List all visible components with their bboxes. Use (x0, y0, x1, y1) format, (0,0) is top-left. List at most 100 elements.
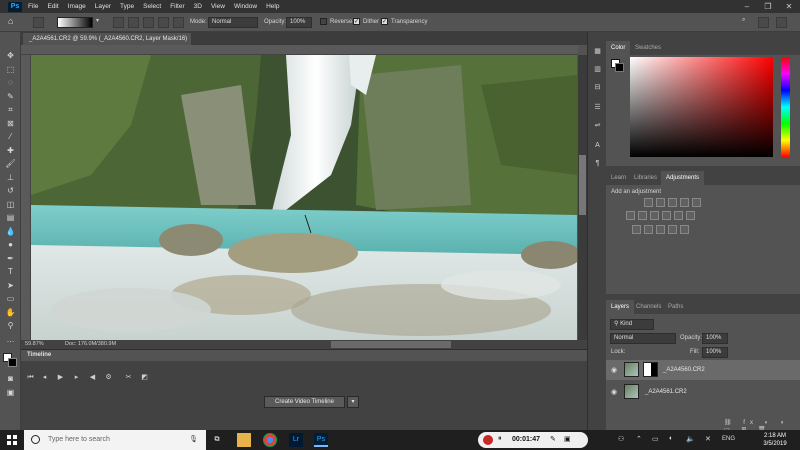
transparency-checkbox[interactable]: ✓ (381, 18, 388, 25)
tab-learn[interactable]: Learn (606, 171, 631, 185)
menu-image[interactable]: Image (68, 3, 86, 10)
vertical-scrollbar[interactable] (578, 55, 587, 340)
tools-icon[interactable]: ✕ (705, 435, 711, 443)
speaker-icon[interactable]: 🔈 (686, 435, 695, 443)
restore-icon[interactable]: ❐ (759, 0, 777, 13)
screen-mode-icon[interactable]: ▣ (5, 387, 16, 398)
play-icon[interactable]: ▶ (55, 372, 66, 383)
close-icon[interactable]: ✕ (780, 0, 798, 13)
angle-gradient-icon[interactable] (143, 17, 154, 28)
linear-gradient-icon[interactable] (113, 17, 124, 28)
type-tool-icon[interactable]: T (5, 266, 16, 277)
zoom-tool-icon[interactable]: ⚲ (5, 320, 16, 331)
home-icon[interactable]: ⌂ (8, 16, 19, 27)
marquee-tool-icon[interactable]: ⬚ (5, 64, 16, 75)
task-view-icon[interactable]: ⧉ (210, 433, 224, 447)
photo-filter-icon[interactable] (662, 211, 671, 220)
eraser-tool-icon[interactable]: ◫ (5, 199, 16, 210)
threshold-icon[interactable] (656, 225, 665, 234)
lightroom-icon[interactable]: Lr (289, 433, 303, 447)
tab-adjustments[interactable]: Adjustments (661, 171, 705, 185)
layer-row[interactable]: ◉ _A2A4560.CR2 (606, 360, 800, 380)
selective-color-icon[interactable] (680, 225, 689, 234)
pen-annotate-icon[interactable]: ✎ (550, 435, 556, 443)
system-clock[interactable]: 2:18 AM 3/5/2019 (756, 432, 794, 448)
lasso-tool-icon[interactable]: ◌ (5, 77, 16, 88)
settings-icon[interactable]: ⚙ (103, 372, 114, 383)
zoom-level[interactable]: 59.87% (25, 341, 44, 347)
dither-checkbox[interactable]: ✓ (353, 18, 360, 25)
curves-icon[interactable] (668, 198, 677, 207)
transition-icon[interactable]: ◩ (139, 372, 150, 383)
network-icon[interactable]: ▭ (652, 435, 659, 443)
previous-frame-icon[interactable]: ◂ (39, 372, 50, 383)
menu-select[interactable]: Select (143, 3, 161, 10)
menu-window[interactable]: Window (234, 3, 257, 10)
paragraph-icon[interactable]: ¶ (592, 158, 603, 169)
mode-select[interactable]: Normal (208, 17, 258, 28)
layer-filter-select[interactable]: ⚲ Kind (610, 319, 654, 330)
color-picker-field[interactable] (630, 57, 773, 157)
quick-mask-icon[interactable]: ◙ (5, 373, 16, 384)
swatches-icon[interactable]: ▥ (592, 64, 603, 75)
diamond-gradient-icon[interactable] (173, 17, 184, 28)
workspace-icon[interactable] (758, 17, 769, 28)
brightness-contrast-icon[interactable] (644, 198, 653, 207)
chrome-icon[interactable] (263, 433, 277, 447)
black-white-icon[interactable] (650, 211, 659, 220)
character-icon[interactable]: A (592, 140, 603, 151)
tab-paths[interactable]: Paths (663, 300, 688, 314)
levels-icon[interactable] (656, 198, 665, 207)
horizontal-scroll-thumb[interactable] (331, 341, 451, 348)
photoshop-taskbar-icon[interactable]: Ps (314, 433, 328, 447)
create-video-timeline-button[interactable]: Create Video Timeline (264, 396, 345, 408)
microphone-icon[interactable]: 🎙 (189, 430, 198, 450)
tab-layers[interactable]: Layers (606, 300, 635, 314)
channel-mixer-icon[interactable] (674, 211, 683, 220)
search-icon[interactable]: ⌕ (742, 17, 753, 28)
frame-tool-icon[interactable]: ⊠ (5, 118, 16, 129)
color-balance-icon[interactable] (638, 211, 647, 220)
menu-view[interactable]: View (211, 3, 225, 10)
menu-layer[interactable]: Layer (95, 3, 111, 10)
move-tool-icon[interactable]: ✥ (5, 50, 16, 61)
dodge-tool-icon[interactable]: ● (5, 239, 16, 250)
volume-icon[interactable]: ◐ (669, 435, 673, 442)
reverse-checkbox[interactable] (320, 18, 327, 25)
gradient-tool-preset-icon[interactable] (33, 17, 44, 28)
next-frame-icon[interactable]: ▸ (71, 372, 82, 383)
color-lookup-icon[interactable] (686, 211, 695, 220)
exposure-icon[interactable] (680, 198, 689, 207)
tab-swatches[interactable]: Swatches (630, 41, 666, 55)
menu-3d[interactable]: 3D (194, 3, 202, 10)
history-icon[interactable]: ▦ (592, 46, 603, 57)
menu-filter[interactable]: Filter (170, 3, 184, 10)
show-hidden-icons[interactable]: ⌃ (636, 435, 642, 443)
vertical-scroll-thumb[interactable] (579, 155, 586, 215)
language-indicator[interactable]: ENG (722, 436, 735, 442)
brush-settings-icon[interactable]: ⊟ (592, 82, 603, 93)
people-icon[interactable]: ⚇ (618, 435, 624, 443)
blend-mode-select[interactable]: Normal (610, 333, 676, 344)
presets-icon[interactable]: ⇌ (592, 120, 603, 131)
hue-slider[interactable] (781, 57, 790, 157)
layer-opacity-input[interactable]: 100% (702, 333, 728, 344)
brush-tool-icon[interactable]: 🖌 (5, 158, 16, 169)
split-icon[interactable]: ✂ (123, 372, 134, 383)
healing-brush-tool-icon[interactable]: ✚ (5, 145, 16, 156)
record-stop-icon[interactable] (483, 435, 493, 445)
tab-color[interactable]: Color (606, 41, 631, 55)
hand-tool-icon[interactable]: ✋ (5, 307, 16, 318)
clone-stamp-tool-icon[interactable]: ⊥ (5, 172, 16, 183)
document-tab[interactable]: _A2A4561.CR2 @ 59.9% (_A2A4560.CR2, Laye… (23, 33, 191, 54)
visibility-eye-icon[interactable]: ◉ (611, 388, 617, 396)
tab-libraries[interactable]: Libraries (629, 171, 662, 185)
opacity-input[interactable]: 100% (286, 17, 312, 28)
rectangle-tool-icon[interactable]: ▭ (5, 293, 16, 304)
background-color-swatch[interactable] (8, 358, 17, 367)
menu-type[interactable]: Type (120, 3, 134, 10)
posterize-icon[interactable] (644, 225, 653, 234)
fill-input[interactable]: 100% (702, 347, 728, 358)
layer-name[interactable]: _A2A4561.CR2 (645, 389, 687, 395)
blur-tool-icon[interactable]: 💧 (5, 226, 16, 237)
